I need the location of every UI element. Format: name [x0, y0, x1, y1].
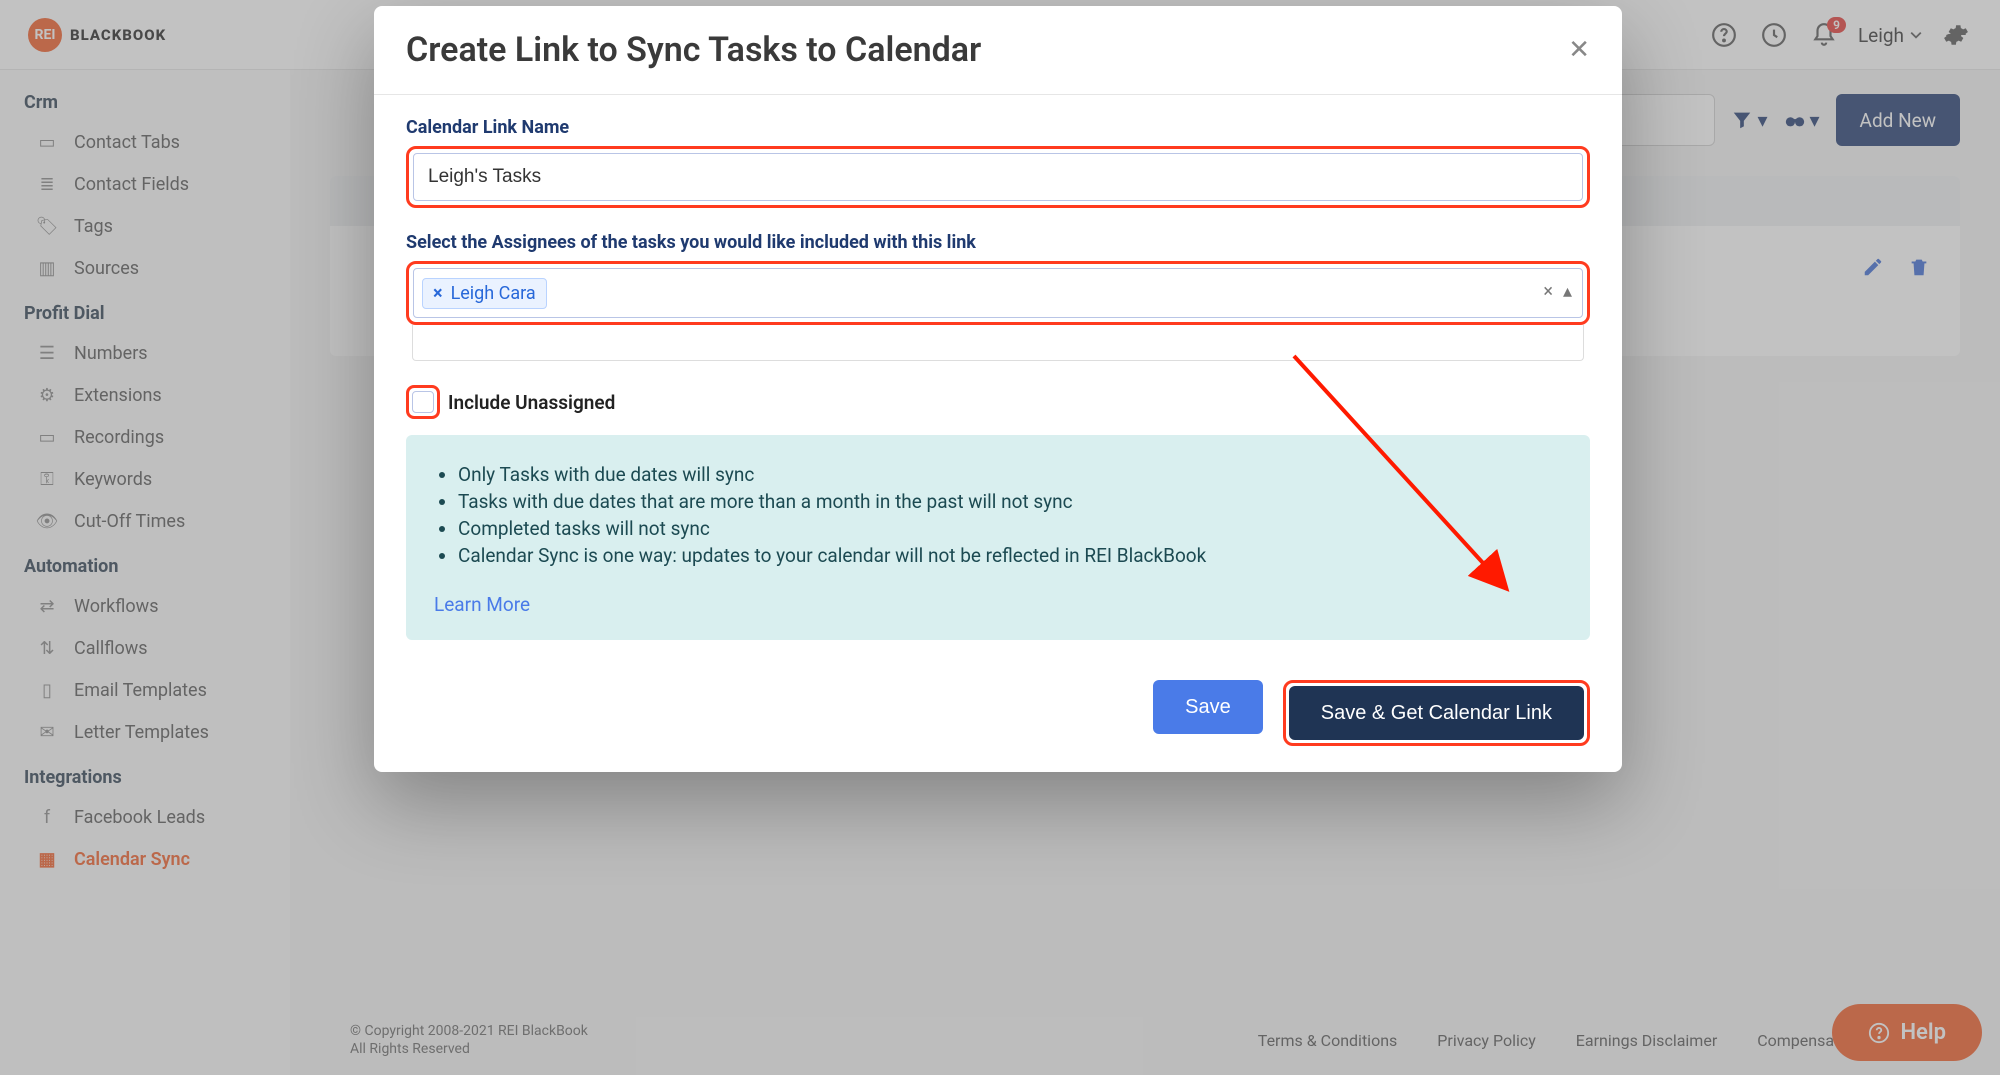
- info-item: Calendar Sync is one way: updates to you…: [458, 544, 1562, 567]
- assignee-chip: × Leigh Cara: [422, 278, 547, 309]
- clear-icon[interactable]: ×: [1543, 281, 1553, 302]
- info-item: Completed tasks will not sync: [458, 517, 1562, 540]
- highlight-save-get: Save & Get Calendar Link: [1283, 680, 1590, 746]
- label-calendar-link-name: Calendar Link Name: [406, 117, 1590, 138]
- chip-label: Leigh Cara: [451, 283, 536, 304]
- chip-remove-icon[interactable]: ×: [433, 283, 443, 304]
- info-item: Only Tasks with due dates will sync: [458, 463, 1562, 486]
- include-unassigned-label: Include Unassigned: [448, 391, 615, 414]
- learn-more-link[interactable]: Learn More: [434, 593, 530, 616]
- highlight-calendar-name: [406, 146, 1590, 208]
- modal-title: Create Link to Sync Tasks to Calendar: [406, 30, 981, 70]
- info-item: Tasks with due dates that are more than …: [458, 490, 1562, 513]
- sync-info-box: Only Tasks with due dates will sync Task…: [406, 435, 1590, 640]
- calendar-link-name-input[interactable]: [413, 153, 1583, 201]
- save-button[interactable]: Save: [1153, 680, 1263, 734]
- assignees-dropdown-open[interactable]: [412, 325, 1584, 361]
- save-get-link-button[interactable]: Save & Get Calendar Link: [1289, 686, 1584, 740]
- caret-up-icon[interactable]: ▴: [1563, 281, 1572, 302]
- close-icon[interactable]: ✕: [1568, 35, 1590, 65]
- highlight-include-unassigned: [406, 385, 440, 419]
- assignees-select[interactable]: × Leigh Cara × ▴: [413, 268, 1583, 318]
- label-assignees: Select the Assignees of the tasks you wo…: [406, 232, 1590, 253]
- include-unassigned-checkbox[interactable]: [412, 391, 434, 413]
- highlight-assignees: × Leigh Cara × ▴: [406, 261, 1590, 325]
- create-calendar-link-modal: Create Link to Sync Tasks to Calendar ✕ …: [374, 6, 1622, 772]
